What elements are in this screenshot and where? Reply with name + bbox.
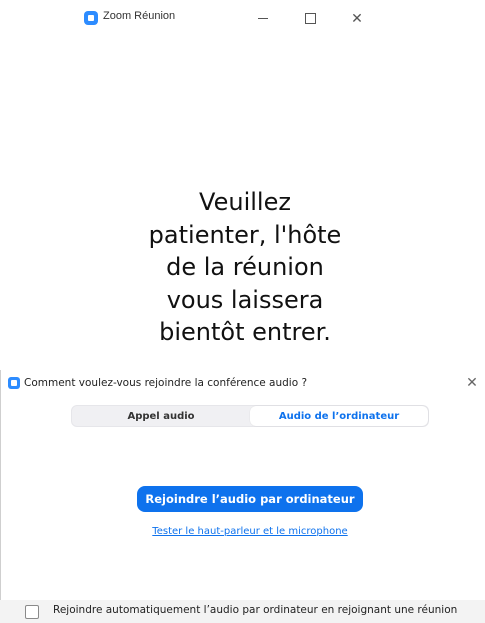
tab-phone-audio[interactable]: Appel audio <box>72 406 250 426</box>
close-icon: ✕ <box>466 373 478 390</box>
maximize-icon <box>304 12 316 24</box>
maximize-button[interactable] <box>295 4 325 32</box>
dialog-border <box>0 370 1 600</box>
dialog-title: Comment voulez-vous rejoindre la confére… <box>24 377 308 389</box>
close-window-button[interactable]: ✕ <box>342 4 372 32</box>
waiting-line: patienter, l'hôte <box>148 220 342 249</box>
waiting-line: vous laissera <box>166 285 324 314</box>
waiting-line: Veuillez <box>199 188 291 216</box>
waiting-message: Veuillez patienter, l'hôte de la réunion… <box>100 186 390 349</box>
test-speaker-mic-link[interactable]: Tester le haut-parleur et le microphone <box>0 526 485 537</box>
waiting-line: de la réunion <box>166 253 324 281</box>
tab-computer-audio[interactable]: Audio de l’ordinateur <box>250 406 428 426</box>
audio-dialog: Comment voulez-vous rejoindre la confére… <box>0 370 485 623</box>
join-computer-audio-button[interactable]: Rejoindre l’audio par ordinateur <box>137 486 363 512</box>
auto-join-checkbox[interactable] <box>25 605 39 619</box>
close-icon: ✕ <box>351 9 363 26</box>
audio-tabs: Appel audio Audio de l’ordinateur <box>71 405 429 427</box>
screen: Zoom Réunion ✕ Veuillez patienter, l'hôt… <box>0 0 485 623</box>
auto-join-bar: Rejoindre automatiquement l’audio par or… <box>0 600 485 623</box>
minimize-button[interactable] <box>248 4 278 32</box>
zoom-logo-icon <box>84 11 98 25</box>
auto-join-label: Rejoindre automatiquement l’audio par or… <box>53 604 458 616</box>
title-bar: Zoom Réunion ✕ <box>0 0 485 40</box>
zoom-logo-icon <box>8 377 20 389</box>
app-title: Zoom Réunion <box>103 10 176 22</box>
waiting-line: bientôt entrer. <box>159 318 331 346</box>
minimize-icon <box>258 17 268 19</box>
dialog-close-button[interactable]: ✕ <box>462 372 482 392</box>
